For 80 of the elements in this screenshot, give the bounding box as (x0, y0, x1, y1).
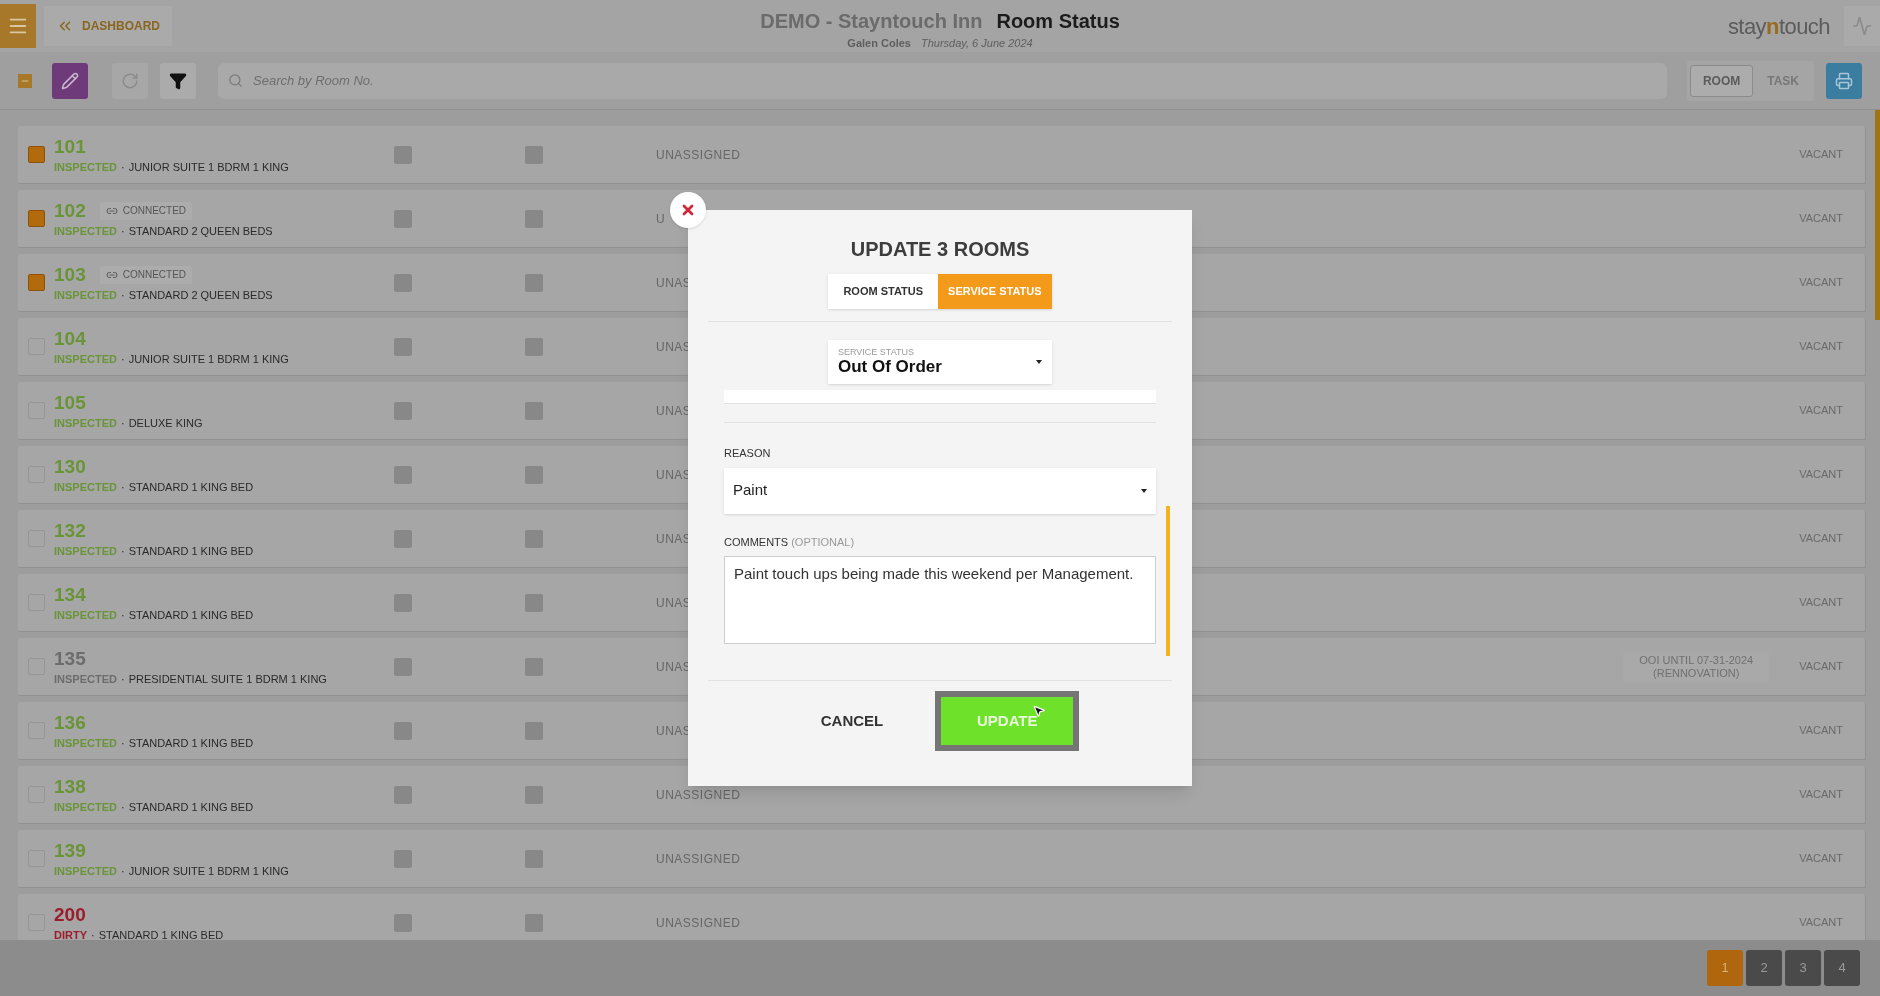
room-number: 134 (54, 583, 86, 606)
occupancy-label: VACANT (1799, 211, 1843, 227)
room-number: 105 (54, 391, 86, 414)
occupancy-label: VACANT (1799, 531, 1843, 547)
room-number: 101 (54, 135, 86, 158)
room-type: JUNIOR SUITE 1 BDRM 1 KING (128, 351, 289, 367)
separator: · (120, 607, 125, 623)
room-type: STANDARD 1 KING BED (128, 735, 254, 751)
occupancy-label: VACANT (1799, 851, 1843, 867)
occupancy-label: VACANT (1799, 147, 1843, 163)
occupancy-label: VACANT (1799, 787, 1843, 803)
room-status: DIRTY (54, 927, 87, 940)
room-status: INSPECTED (54, 863, 117, 879)
room-type: STANDARD 2 QUEEN BEDS (128, 223, 273, 239)
occupancy-label: VACANT (1799, 467, 1843, 483)
user-name: Galen Coles (847, 36, 911, 50)
separator: · (120, 479, 125, 495)
room-type: STANDARD 1 KING BED (128, 799, 254, 815)
assignment-label: UNASSIGNED (656, 786, 741, 804)
room-type: STANDARD 2 QUEEN BEDS (128, 287, 273, 303)
logo: stayntouch (1727, 12, 1830, 41)
connected-badge: CONNECTED (99, 265, 193, 284)
assignment-label: UNASSIGNED (656, 850, 741, 868)
room-type: DELUXE KING (128, 415, 203, 431)
reason-label: REASON (724, 446, 772, 461)
comments-label: COMMENTS (724, 534, 789, 550)
room-status: INSPECTED (54, 607, 117, 623)
occupancy-label: VACANT (1799, 403, 1843, 419)
separator: · (120, 543, 125, 559)
room-type: PRESIDENTIAL SUITE 1 BDRM 1 KING (128, 671, 327, 687)
separator: · (120, 351, 125, 367)
occupancy-label: VACANT (1799, 915, 1843, 931)
room-number: 130 (54, 455, 86, 478)
room-number: 102 (54, 199, 86, 222)
room-type: STANDARD 1 KING BED (98, 927, 224, 940)
room-type: STANDARD 1 KING BED (128, 543, 254, 559)
occupancy-label: VACANT (1799, 659, 1843, 675)
room-number: 104 (54, 327, 86, 350)
room-status: INSPECTED (54, 159, 117, 175)
separator: · (120, 671, 125, 687)
room-status: INSPECTED (54, 223, 117, 239)
room-type: JUNIOR SUITE 1 BDRM 1 KING (128, 863, 289, 879)
occupancy-label: VACANT (1799, 723, 1843, 739)
assignment-label: U (656, 210, 666, 228)
room-status: INSPECTED (54, 351, 117, 367)
room-status: INSPECTED (54, 799, 117, 815)
separator: · (120, 223, 125, 239)
optional-hint: (OPTIONAL) (791, 534, 855, 550)
occupancy-label: VACANT (1799, 275, 1843, 291)
separator: · (120, 287, 125, 303)
room-number: 139 (54, 839, 86, 862)
room-number: 135 (54, 647, 86, 670)
room-status: INSPECTED (54, 479, 117, 495)
hotel-name: DEMO - Stayntouch Inn (760, 9, 983, 34)
assignment-label: UNASSIGNED (656, 146, 741, 164)
separator: · (120, 863, 125, 879)
room-status: INSPECTED (54, 415, 117, 431)
room-number: 138 (54, 775, 86, 798)
page-title: Room Status (996, 9, 1120, 34)
room-type: STANDARD 1 KING BED (128, 607, 254, 623)
room-type: JUNIOR SUITE 1 BDRM 1 KING (128, 159, 289, 175)
room-number: 136 (54, 711, 86, 734)
separator: · (120, 735, 125, 751)
separator: · (120, 799, 125, 815)
current-date: Thursday, 6 June 2024 (920, 36, 1033, 50)
occupancy-label: VACANT (1799, 595, 1843, 611)
room-status: INSPECTED (54, 671, 117, 687)
room-number: 103 (54, 263, 86, 286)
separator: · (91, 927, 95, 940)
connected-badge: CONNECTED (99, 201, 193, 220)
occupancy-label: VACANT (1799, 339, 1843, 355)
assignment-label: UNASSIGNED (656, 914, 741, 932)
separator: · (120, 415, 125, 431)
room-number: 132 (54, 519, 86, 542)
room-number: 200 (54, 903, 86, 926)
room-status: INSPECTED (54, 543, 117, 559)
room-type: STANDARD 1 KING BED (128, 479, 254, 495)
separator: · (120, 159, 125, 175)
room-status: INSPECTED (54, 735, 117, 751)
room-status: INSPECTED (54, 287, 117, 303)
